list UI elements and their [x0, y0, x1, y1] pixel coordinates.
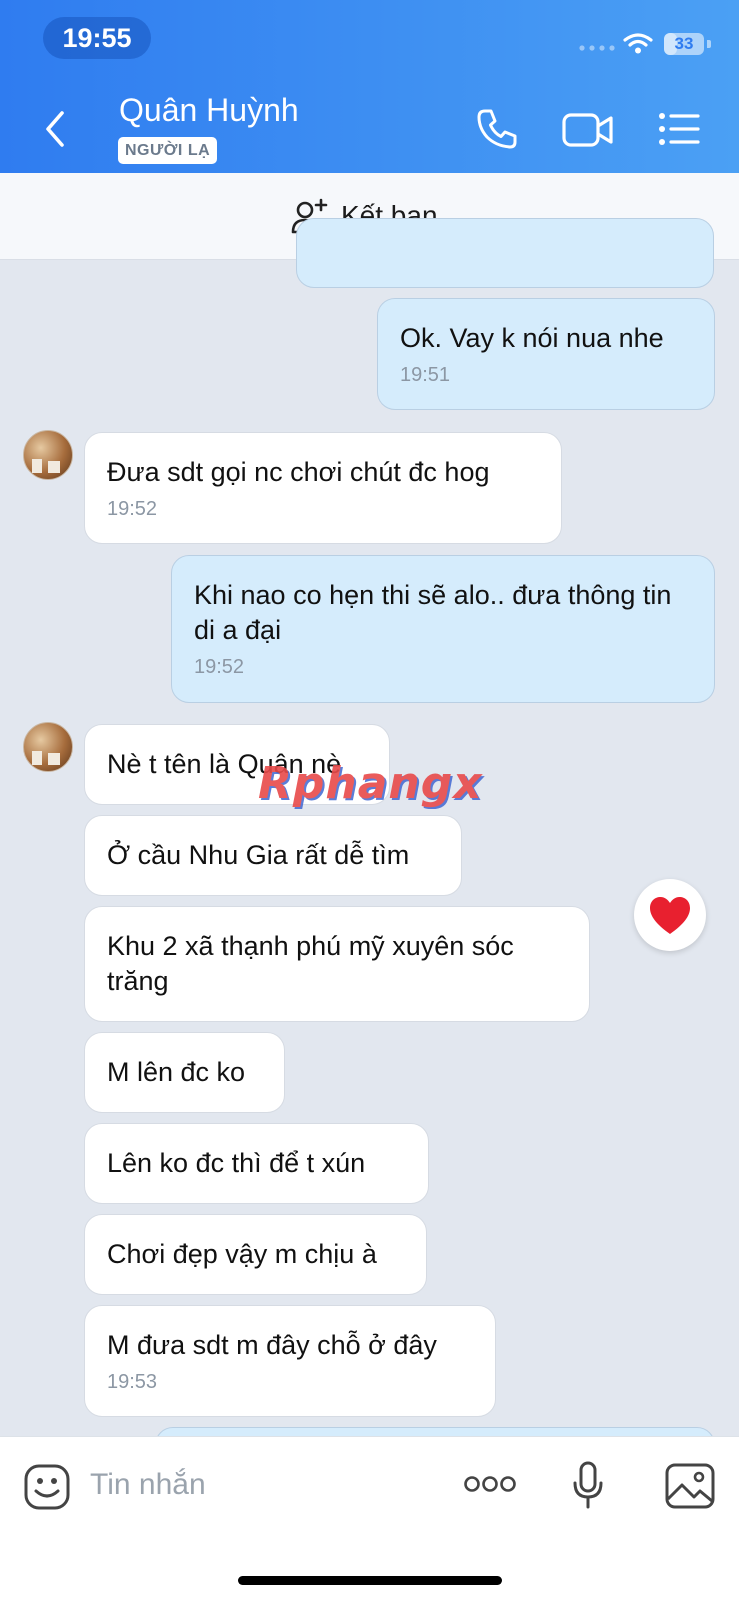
message-text: Khi nao co hẹn thi sẽ alo.. đưa thông ti…: [194, 580, 672, 645]
battery-cap: [707, 40, 711, 48]
message-text: M lên đc ko: [107, 1057, 246, 1087]
back-button[interactable]: [40, 107, 70, 151]
video-call-icon: [562, 113, 613, 147]
wifi-icon: [623, 33, 653, 54]
message-bubble-out[interactable]: Khi nao co hẹn thi sẽ alo.. đưa thông ti…: [171, 555, 715, 703]
battery-icon: 33: [664, 33, 704, 55]
message-bubble-in[interactable]: Khu 2 xã thạnh phú mỹ xuyên sóc trăng: [84, 906, 590, 1022]
message-bubble-in[interactable]: Ở cầu Nhu Gia rất dễ tìm: [84, 815, 462, 896]
message-time: 19:53: [107, 1371, 158, 1393]
message-text: Chơi đẹp vậy m chịu à: [107, 1239, 377, 1269]
send-image-button[interactable]: [665, 1463, 715, 1514]
voice-call-button[interactable]: [476, 108, 518, 155]
contact-name[interactable]: Quân Huỳnh: [119, 92, 299, 129]
message-input[interactable]: [90, 1461, 420, 1509]
status-time: 19:55: [62, 23, 132, 53]
heart-icon: [650, 897, 690, 934]
voice-message-button[interactable]: [571, 1461, 605, 1514]
phone-icon: [477, 109, 517, 149]
message-bubble-in[interactable]: M đưa sdt m đây chỗ ở đây 19:53: [84, 1305, 496, 1417]
chat-header: 19:55 33 Quân Huỳnh NGƯỜI LẠ: [0, 0, 739, 173]
more-options-button[interactable]: [464, 1475, 516, 1498]
signal-icon: [579, 45, 615, 51]
message-text: Ở cầu Nhu Gia rất dễ tìm: [107, 840, 410, 870]
back-chevron-icon: [46, 111, 64, 147]
chat-options-button[interactable]: [658, 112, 700, 151]
message-bubble-in[interactable]: Lên ko đc thì để t xún: [84, 1123, 429, 1204]
message-text: M đưa sdt m đây chỗ ở đây: [107, 1330, 437, 1360]
message-bubble-in[interactable]: Chơi đẹp vậy m chịu à: [84, 1214, 427, 1295]
video-call-button[interactable]: [562, 112, 614, 153]
home-indicator[interactable]: [238, 1576, 502, 1585]
message-time: 19:51: [400, 364, 451, 386]
stranger-badge: NGƯỜI LẠ: [118, 137, 218, 164]
battery-level-text: 33: [674, 34, 694, 53]
message-text: Khu 2 xã thạnh phú mỹ xuyên sóc trăng: [107, 931, 514, 996]
more-options-icon: [464, 1476, 516, 1492]
message-time: 19:52: [107, 498, 158, 520]
emoji-icon: [24, 1464, 70, 1510]
emoji-button[interactable]: [23, 1463, 71, 1516]
message-bubble-in[interactable]: Đưa sdt gọi nc chơi chút đc hog 19:52: [84, 432, 562, 544]
contact-avatar[interactable]: [23, 430, 73, 480]
message-text: Đưa sdt gọi nc chơi chút đc hog: [107, 457, 490, 487]
status-time-pill: 19:55: [43, 17, 151, 59]
microphone-icon: [573, 1461, 603, 1509]
image-icon: [665, 1463, 715, 1509]
message-time: 19:52: [194, 656, 245, 678]
menu-list-icon: [659, 113, 700, 145]
contact-avatar[interactable]: [23, 722, 73, 772]
message-text: Ok. Vay k nói nua nhe: [400, 323, 664, 353]
message-text: Lên ko đc thì để t xún: [107, 1148, 366, 1178]
message-bubble-out[interactable]: Ok. Vay k nói nua nhe 19:51: [377, 298, 715, 410]
message-bubble-in[interactable]: M lên đc ko: [84, 1032, 285, 1113]
watermark: Rphangx: [258, 758, 483, 809]
reaction-button[interactable]: [634, 879, 706, 951]
message-bubble-partial[interactable]: [296, 218, 714, 288]
